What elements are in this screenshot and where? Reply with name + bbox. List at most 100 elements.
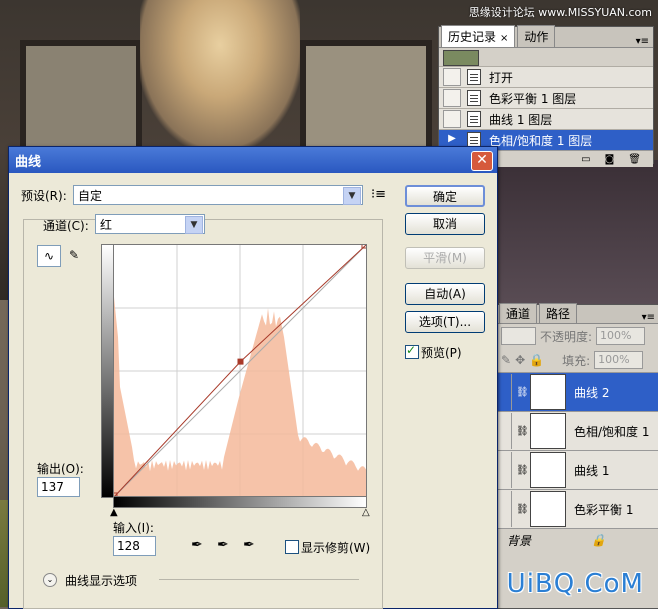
site-watermark-bottom: UiBQ.CoM: [506, 569, 644, 599]
ok-button[interactable]: 确定: [405, 185, 485, 207]
snapshot-thumbnail[interactable]: [443, 50, 479, 66]
preview-label: 预览(P): [421, 346, 462, 360]
show-clipping-checkbox[interactable]: [285, 540, 299, 554]
layer-row[interactable]: ⛓ 曲线 1: [497, 450, 658, 489]
layers-tabs: 通道 路径 ▾≡: [497, 303, 658, 324]
white-eyedropper-icon[interactable]: ✒: [243, 537, 255, 553]
tab-history[interactable]: 历史记录 ×: [441, 25, 516, 47]
chain-icon: ⛓: [516, 386, 529, 398]
preset-value: 自定: [78, 188, 103, 203]
new-document-icon[interactable]: ▭: [581, 154, 590, 165]
brush-lock-icon[interactable]: ✎: [501, 353, 511, 367]
layer-mask-thumbnail[interactable]: [530, 491, 566, 527]
cancel-button[interactable]: 取消: [405, 213, 485, 235]
channel-label: 通道(C):: [43, 219, 89, 233]
close-button[interactable]: ✕: [471, 151, 493, 171]
blend-mode-select[interactable]: [501, 327, 536, 345]
layer-name: 背景: [507, 533, 532, 548]
history-item[interactable]: 曲线 1 图层: [439, 108, 653, 129]
layers-panel: 通道 路径 ▾≡ 不透明度: 100% ✎ ✥ 🔒 填充: 100% ⛓ 曲线 …: [496, 303, 658, 609]
trash-icon[interactable]: 🗑: [628, 154, 641, 165]
model-figure: [140, 0, 300, 150]
gray-eyedropper-icon[interactable]: ✒: [217, 537, 229, 553]
options-button[interactable]: 选项(T)...: [405, 311, 485, 333]
output-label: 输出(O):: [37, 462, 84, 476]
channel-value: 红: [100, 217, 113, 232]
history-item-label: 曲线 1 图层: [489, 112, 553, 127]
curve-display-options-label[interactable]: 曲线显示选项: [65, 572, 137, 589]
layer-row-selected[interactable]: ⛓ 曲线 2: [497, 372, 658, 411]
curve-edit-tool-icon[interactable]: ∿: [37, 245, 61, 267]
history-panel: 历史记录 × 动作 ▾≡ 打开 色彩平衡 1 图层 曲线 1 图层 ▶ 色相/饱和…: [438, 25, 654, 167]
pencil-icon[interactable]: ✎: [63, 245, 85, 265]
history-item[interactable]: 色彩平衡 1 图层: [439, 87, 653, 108]
curves-graph-svg[interactable]: [111, 242, 368, 499]
tab-actions[interactable]: 动作: [517, 25, 556, 47]
history-source-checkbox[interactable]: [443, 68, 461, 86]
preset-options-icon[interactable]: ⁝≡: [371, 187, 386, 202]
history-item[interactable]: 打开: [439, 66, 653, 87]
history-source-checkbox[interactable]: [443, 110, 461, 128]
fill-input[interactable]: 100%: [594, 351, 644, 369]
curves-graph[interactable]: [111, 242, 368, 499]
output-field[interactable]: 137: [37, 477, 80, 497]
visibility-toggle[interactable]: [497, 413, 512, 449]
layer-name: 色彩平衡 1: [574, 502, 634, 517]
curve-control-point[interactable]: [237, 358, 244, 365]
smooth-button[interactable]: 平滑(M): [405, 247, 485, 269]
layer-row[interactable]: ⛓ 色彩平衡 1: [497, 489, 658, 528]
opacity-row: 不透明度: 100%: [497, 324, 658, 348]
layer-row-background[interactable]: 背景 🔒: [497, 528, 658, 551]
tab-paths[interactable]: 路径: [539, 303, 578, 323]
panel-menu-icon[interactable]: ▾≡: [636, 36, 649, 47]
black-eyedropper-icon[interactable]: ✒: [191, 537, 203, 553]
car-window-left: [20, 40, 142, 162]
channel-select[interactable]: 红 ▼: [95, 214, 205, 234]
input-field[interactable]: 128: [113, 536, 156, 556]
input-label: 输入(I):: [113, 521, 154, 535]
lock-icon: 🔒: [591, 533, 606, 547]
layer-row[interactable]: ⛓ 色相/饱和度 1: [497, 411, 658, 450]
chevron-down-icon[interactable]: ▼: [185, 216, 203, 234]
visibility-toggle[interactable]: [497, 491, 512, 527]
tab-channels[interactable]: 通道: [499, 303, 538, 323]
divider: [159, 579, 359, 580]
show-clipping-label: 显示修剪(W): [301, 541, 371, 555]
preset-select[interactable]: 自定 ▼: [73, 185, 363, 205]
camera-icon[interactable]: ◙: [605, 154, 615, 165]
chevron-down-icon[interactable]: ▼: [343, 187, 361, 205]
dialog-title: 曲线: [9, 147, 497, 173]
history-item-label: 色彩平衡 1 图层: [489, 91, 577, 106]
car-fender: [480, 160, 658, 310]
document-icon: [467, 111, 481, 127]
preview-checkbox[interactable]: [405, 343, 419, 359]
layer-name: 色相/饱和度 1: [574, 424, 650, 439]
chain-icon: ⛓: [516, 503, 529, 515]
tab-history-label: 历史记录: [448, 30, 497, 44]
history-item-label: 打开: [489, 70, 514, 85]
auto-button[interactable]: 自动(A): [405, 283, 485, 305]
chain-icon: ⛓: [516, 425, 529, 437]
close-icon[interactable]: ×: [500, 33, 508, 44]
black-point-slider-icon[interactable]: ▲: [110, 507, 118, 518]
site-watermark-top: 思缘设计论坛 www.MISSYUAN.com: [468, 6, 652, 19]
fill-label: 填充:: [562, 353, 591, 368]
visibility-toggle[interactable]: [497, 452, 512, 488]
move-lock-icon[interactable]: ✥: [515, 353, 525, 367]
preset-label: 预设(R):: [21, 189, 67, 203]
document-icon: [467, 90, 481, 106]
visibility-toggle[interactable]: [497, 374, 512, 410]
lock-icon[interactable]: 🔒: [529, 353, 544, 367]
layer-name: 曲线 2: [574, 385, 610, 400]
chevron-down-icon[interactable]: ⌄: [43, 573, 57, 587]
layer-mask-thumbnail[interactable]: [530, 452, 566, 488]
car-window-center: [300, 40, 432, 162]
history-source-checkbox[interactable]: [443, 89, 461, 107]
white-point-slider-icon[interactable]: △: [362, 507, 370, 518]
document-icon: [467, 69, 481, 85]
input-gradient-bar: [113, 496, 367, 508]
panel-menu-icon[interactable]: ▾≡: [642, 312, 655, 323]
opacity-input[interactable]: 100%: [596, 327, 646, 345]
layer-mask-thumbnail[interactable]: [530, 413, 566, 449]
layer-mask-thumbnail[interactable]: [530, 374, 566, 410]
